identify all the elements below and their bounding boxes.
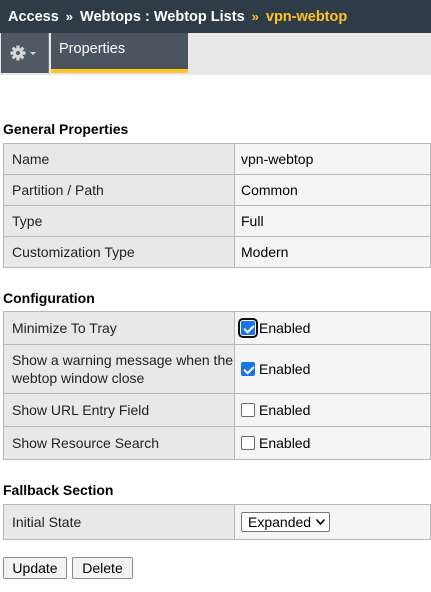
initial-state-value: Expanded (248, 514, 312, 530)
warning-message-checkbox[interactable] (241, 362, 255, 376)
breadcrumb: Access » Webtops : Webtop Lists » vpn-we… (0, 0, 431, 33)
table-row: Show Resource Search Enabled (3, 426, 431, 460)
fallback-table: Initial State Expanded (3, 504, 431, 540)
active-tab-indicator (51, 69, 188, 73)
delete-button[interactable]: Delete (72, 557, 133, 579)
resource-search-cell: Enabled (234, 426, 431, 460)
type-label: Type (3, 205, 235, 237)
breadcrumb-current: vpn-webtop (265, 8, 348, 25)
initial-state-select[interactable]: Expanded (241, 512, 331, 532)
breadcrumb-separator: » (251, 9, 259, 24)
table-row: Show a warning message when the webtop w… (3, 344, 431, 394)
minimize-to-tray-cell: Enabled (234, 311, 431, 345)
partition-value: Common (234, 174, 431, 206)
chevron-down-icon (316, 519, 326, 525)
name-label: Name (3, 143, 235, 175)
fallback-section-title: Fallback Section (3, 482, 114, 498)
table-row: Name vpn-webtop (3, 143, 431, 175)
table-row: Show URL Entry Field Enabled (3, 393, 431, 427)
enabled-label: Enabled (259, 320, 311, 336)
resource-search-label: Show Resource Search (3, 426, 235, 460)
table-row: Minimize To Tray Enabled (3, 311, 431, 345)
gear-menu-button[interactable] (1, 33, 49, 73)
initial-state-label: Initial State (3, 504, 235, 540)
type-value: Full (234, 205, 431, 237)
warning-message-cell: Enabled (234, 344, 431, 394)
chevron-down-icon (29, 52, 36, 55)
name-value: vpn-webtop (234, 143, 431, 175)
warning-message-label: Show a warning message when the webtop w… (3, 344, 235, 394)
general-properties-title: General Properties (3, 121, 129, 137)
configuration-table: Minimize To Tray Enabled Show a warning … (3, 311, 431, 460)
customization-type-value: Modern (234, 236, 431, 268)
breadcrumb-separator: » (65, 9, 74, 24)
table-row: Customization Type Modern (3, 236, 431, 268)
initial-state-cell: Expanded (234, 504, 431, 540)
enabled-label: Enabled (259, 402, 311, 418)
url-entry-field-label: Show URL Entry Field (3, 393, 235, 427)
breadcrumb-access[interactable]: Access (8, 9, 59, 25)
general-properties-table: Name vpn-webtop Partition / Path Common … (3, 143, 431, 268)
table-row: Initial State Expanded (3, 504, 431, 540)
breadcrumb-webtop-lists[interactable]: Webtops : Webtop Lists (80, 9, 245, 25)
url-entry-field-cell: Enabled (234, 393, 431, 427)
url-entry-field-checkbox[interactable] (241, 403, 255, 417)
enabled-label: Enabled (259, 435, 311, 451)
tab-properties-label: Properties (59, 41, 126, 57)
enabled-label: Enabled (259, 361, 311, 377)
minimize-to-tray-checkbox[interactable] (238, 318, 258, 338)
minimize-to-tray-label: Minimize To Tray (3, 311, 235, 345)
table-row: Type Full (3, 205, 431, 237)
partition-label: Partition / Path (3, 174, 235, 206)
configuration-title: Configuration (3, 290, 95, 306)
tab-properties[interactable]: Properties (51, 33, 188, 73)
table-row: Partition / Path Common (3, 174, 431, 206)
resource-search-checkbox[interactable] (241, 436, 255, 450)
update-button[interactable]: Update (3, 557, 67, 579)
gear-icon (10, 45, 36, 61)
customization-type-label: Customization Type (3, 236, 235, 268)
tab-strip: Properties (0, 33, 431, 75)
